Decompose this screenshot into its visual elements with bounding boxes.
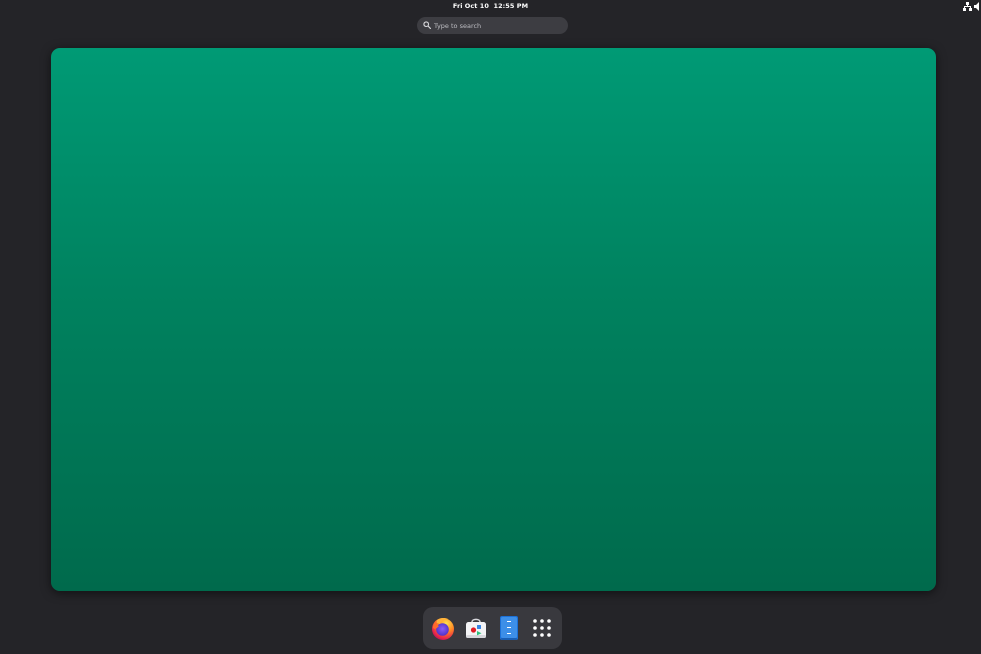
dash-item-text-editor[interactable] [496,615,522,641]
speaker-volume-icon [974,2,979,11]
dash [423,607,562,649]
clock[interactable]: Fri Oct 10 12:55 PM [0,2,981,10]
text-editor-icon [500,616,518,640]
system-status-area[interactable] [963,2,981,12]
dash-item-show-apps[interactable] [529,615,555,641]
workspace-thumbnail[interactable] [51,48,936,591]
network-wired-icon [963,2,972,11]
top-bar: Fri Oct 10 12:55 PM [0,0,981,13]
search-input[interactable] [433,17,564,34]
search-box[interactable] [417,17,568,34]
dash-item-firefox[interactable] [430,615,456,641]
software-store-icon [466,618,486,638]
dash-item-software[interactable] [463,615,489,641]
desktop-overview: Fri Oct 10 12:55 PM [0,0,981,654]
search-icon [423,21,431,29]
firefox-icon [432,618,454,640]
app-grid-icon [533,619,551,637]
